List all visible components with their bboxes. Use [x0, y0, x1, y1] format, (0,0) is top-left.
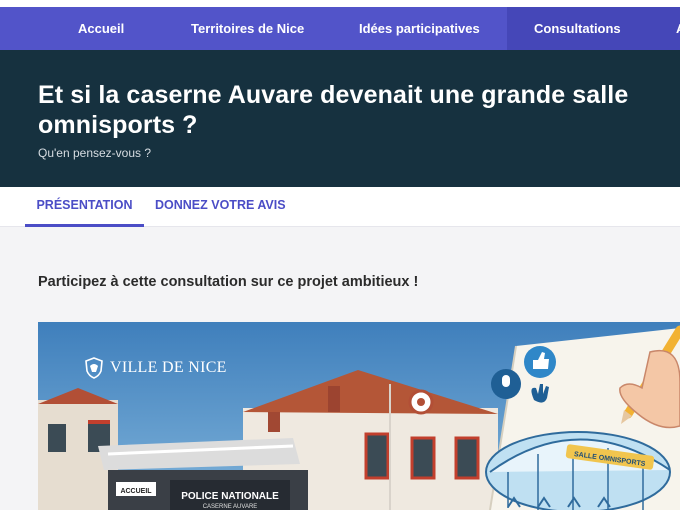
consultation-banner-image: ACCUEIL POLICE NATIONALE CASERNE AUVARE …	[38, 322, 680, 510]
page-title: Et si la caserne Auvare devenait une gra…	[38, 81, 629, 139]
top-navigation: Accueil Territoires de Nice Idées partic…	[0, 7, 680, 50]
brand-text: VILLE DE NICE	[110, 359, 227, 376]
sign-caserne-auvare: CASERNE AUVARE	[203, 504, 258, 510]
sign-accueil: ACCUEIL	[120, 488, 152, 495]
ville-de-nice-logo: VILLE DE NICE	[84, 355, 227, 381]
nav-item-idees-participatives[interactable]: Idées participatives	[359, 7, 480, 50]
microphone-icon	[502, 375, 510, 387]
banner-illustration: ACCUEIL POLICE NATIONALE CASERNE AUVARE …	[38, 322, 680, 510]
tab-donnez-votre-avis[interactable]: DONNEZ VOTRE AVIS	[155, 187, 286, 224]
intro-heading: Participez à cette consultation sur ce p…	[38, 274, 419, 290]
police-entrance: ACCUEIL POLICE NATIONALE CASERNE AUVARE	[98, 438, 308, 510]
sign-police-nationale: POLICE NATIONALE	[181, 491, 279, 502]
nav-item-truncated[interactable]: A	[676, 7, 680, 50]
nav-item-accueil[interactable]: Accueil	[78, 7, 124, 50]
tab-presentation[interactable]: PRÉSENTATION	[25, 187, 144, 227]
nav-item-consultations[interactable]: Consultations	[507, 7, 680, 50]
tab-bar: PRÉSENTATION DONNEZ VOTRE AVIS	[0, 187, 680, 227]
page-subtitle: Qu'en pensez-vous ?	[38, 146, 152, 160]
nav-item-territoires[interactable]: Territoires de Nice	[191, 7, 304, 50]
coat-of-arms-icon	[85, 357, 103, 379]
